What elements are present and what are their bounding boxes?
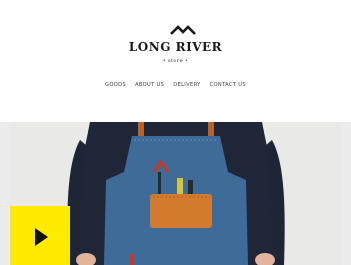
nav-item-goods[interactable]: GOODS [105, 82, 126, 88]
play-button[interactable] [10, 206, 70, 265]
play-icon [35, 228, 48, 246]
nav-item-contact-us[interactable]: CONTACT US [210, 82, 246, 88]
site-header: LONG RIVER • store • GOODS ABOUT US DELI… [0, 0, 351, 122]
main-nav: GOODS ABOUT US DELIVERY CONTACT US [0, 82, 351, 88]
mountain-wave-icon[interactable] [168, 23, 198, 39]
page: LONG RIVER • store • GOODS ABOUT US DELI… [0, 0, 351, 265]
nav-item-delivery[interactable]: DELIVERY [173, 82, 200, 88]
brand-subtitle: • store • [162, 58, 189, 64]
nav-item-about-us[interactable]: ABOUT US [135, 82, 164, 88]
brand-name[interactable]: LONG RIVER [0, 40, 351, 54]
